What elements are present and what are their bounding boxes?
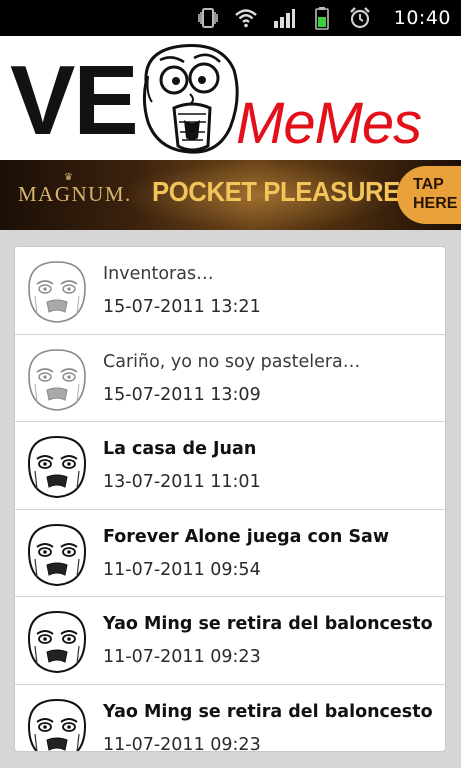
item-title: Yao Ming se retira del baloncesto: [103, 614, 433, 634]
item-title: Forever Alone juega con Saw: [103, 526, 390, 547]
item-date: 15-07-2011 13:21: [103, 297, 261, 317]
meme-list: Inventoras… 15-07-2011 13:21 Cariño, yo …: [14, 246, 446, 752]
me-gusta-face-icon: [27, 435, 87, 499]
list-item[interactable]: Yao Ming se retira del baloncesto 11-07-…: [15, 685, 445, 752]
list-item[interactable]: La casa de Juan 13-07-2011 11:01: [15, 422, 445, 510]
list-item[interactable]: Cariño, yo no soy pastelera… 15-07-2011 …: [15, 335, 445, 422]
battery-icon: [314, 7, 329, 30]
item-title: Yao Ming se retira del baloncesto: [103, 701, 433, 722]
ad-cta-button[interactable]: TAP HERE: [397, 166, 461, 224]
item-title: Cariño, yo no soy pastelera…: [103, 351, 361, 372]
status-bar: 10:40: [0, 0, 461, 36]
rage-face-icon: [142, 44, 239, 154]
item-title: La casa de Juan: [103, 439, 257, 459]
item-date: 15-07-2011 13:09: [103, 384, 261, 405]
logo-text-ve: VE: [10, 45, 139, 155]
app-header-logo: VE MeMes: [0, 36, 461, 160]
list-item[interactable]: Yao Ming se retira del baloncesto 11-07-…: [15, 597, 445, 685]
me-gusta-face-icon: [28, 261, 86, 323]
item-date: 11-07-2011 09:54: [103, 559, 261, 580]
item-date: 11-07-2011 09:23: [103, 734, 261, 752]
list-item[interactable]: Inventoras… 15-07-2011 13:21: [15, 247, 445, 335]
logo-text-memes: MeMes: [236, 91, 422, 156]
item-date: 13-07-2011 11:01: [103, 472, 261, 492]
item-title: Inventoras…: [103, 264, 214, 284]
me-gusta-face-icon: [27, 698, 87, 751]
clock: 10:40: [393, 7, 451, 29]
ad-brand: MAGNUM.: [18, 182, 132, 206]
ad-banner[interactable]: ♛ MAGNUM. POCKET PLEASURES TAP HERE: [0, 160, 461, 230]
list-item[interactable]: Forever Alone juega con Saw 11-07-2011 0…: [15, 510, 445, 597]
signal-icon: [273, 9, 295, 28]
item-date: 11-07-2011 09:23: [103, 647, 261, 667]
me-gusta-face-icon: [28, 348, 86, 411]
ad-headline: POCKET PLEASURES: [152, 176, 417, 207]
alarm-icon: [349, 7, 370, 29]
me-gusta-face-icon: [27, 523, 87, 586]
wifi-icon: [234, 9, 257, 28]
vibrate-icon: [197, 8, 218, 28]
me-gusta-face-icon: [27, 610, 87, 674]
